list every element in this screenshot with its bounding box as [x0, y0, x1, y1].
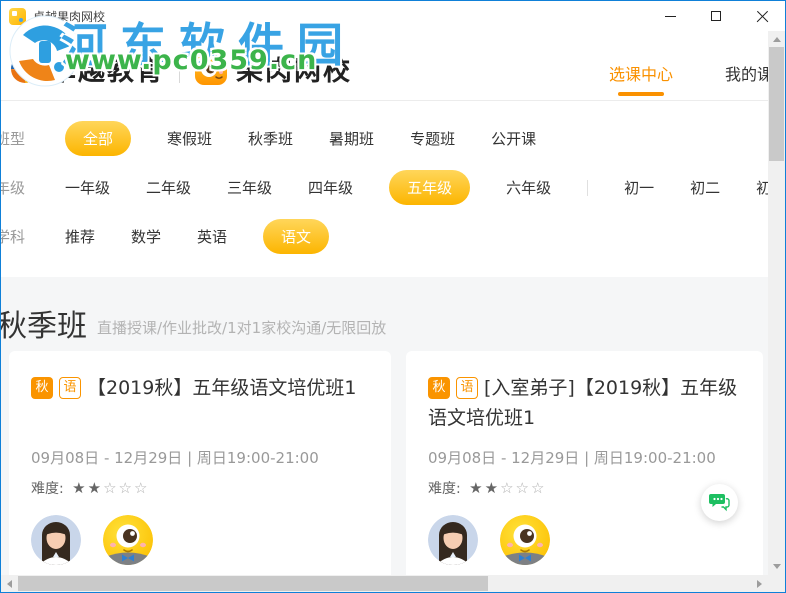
brand-text-zhuoyue: 卓越教育 — [49, 49, 165, 88]
window-controls — [647, 1, 785, 31]
course-badge: 秋 — [428, 377, 450, 399]
mascot-avatar[interactable] — [500, 515, 550, 565]
filter-label: 班型 — [1, 128, 25, 149]
course-title: 秋语【2019秋】五年级语文培优班1 — [31, 373, 373, 403]
filter-option[interactable]: 四年级 — [308, 170, 353, 205]
filter-option[interactable]: 推荐 — [65, 219, 95, 254]
title-bar[interactable]: 卓越果肉网校 — [1, 1, 785, 31]
scroll-right-icon[interactable] — [757, 580, 762, 588]
course-difficulty: 难度: ★★☆☆☆ — [31, 478, 149, 498]
filter-option[interactable]: 寒假班 — [167, 121, 212, 156]
options-divider — [587, 180, 588, 196]
scroll-left-icon[interactable] — [7, 580, 12, 588]
filter-option[interactable]: 专题班 — [410, 121, 455, 156]
app-icon — [9, 8, 26, 25]
course-card[interactable]: 秋语【2019秋】五年级语文培优班1 09月08日 - 12月29日 | 周日19… — [9, 351, 391, 575]
filter-option[interactable]: 秋季班 — [248, 121, 293, 156]
horizontal-scroll-thumb[interactable] — [18, 576, 488, 591]
minimize-icon — [665, 16, 676, 17]
course-cards: 秋语【2019秋】五年级语文培优班109月08日 - 12月29日 | 周日19… — [1, 351, 768, 575]
filter-option[interactable]: 二年级 — [146, 170, 191, 205]
course-teachers — [428, 515, 550, 565]
horizontal-scrollbar[interactable] — [1, 575, 768, 592]
filter-option[interactable]: 五年级 — [389, 170, 470, 205]
main-content: 卓越教育 果肉网校 选课 — [1, 31, 768, 575]
section-header: 秋季班 直播授课/作业批改/1对1家校沟通/无限回放 — [1, 301, 768, 345]
guorou-mascot-icon — [194, 52, 228, 86]
brand-row: 卓越教育 果肉网校 — [9, 49, 352, 88]
difficulty-stars: ★★☆☆☆ — [469, 479, 546, 497]
filter-options: 推荐 数学 英语 语文 — [65, 219, 329, 254]
course-teachers — [31, 515, 153, 565]
filter-option[interactable]: 语文 — [263, 219, 329, 254]
filter-option[interactable]: 三年级 — [227, 170, 272, 205]
teacher-avatar[interactable] — [428, 515, 478, 565]
filter-row: 年级 一年级 二年级 三年级 四年级 五年级 六年级 初一 初二 初三 — [1, 163, 768, 212]
brand-text-guorou: 果肉网校 — [236, 49, 352, 88]
filter-option[interactable]: 英语 — [197, 219, 227, 254]
close-button[interactable] — [739, 1, 785, 31]
maximize-button[interactable] — [693, 1, 739, 31]
filter-options: 全部 寒假班 秋季班 暑期班 专题班 公开课 — [65, 121, 536, 156]
section-title: 秋季班 — [1, 301, 87, 345]
course-title-text: 【2019秋】五年级语文培优班1 — [87, 377, 356, 399]
filter-option[interactable]: 初三 — [756, 170, 768, 205]
filter-option[interactable]: 六年级 — [506, 170, 551, 205]
filter-label: 学科 — [1, 226, 25, 247]
app-window: 卓越果肉网校 卓越教育 — [0, 0, 786, 593]
maximize-icon — [711, 11, 721, 21]
course-difficulty: 难度: ★★☆☆☆ — [428, 478, 546, 498]
chat-icon — [709, 493, 730, 512]
course-badge: 秋 — [31, 377, 53, 399]
teacher-avatar[interactable] — [31, 515, 81, 565]
filter-option[interactable]: 公开课 — [491, 121, 536, 156]
scroll-up-icon[interactable] — [773, 37, 781, 42]
window-title: 卓越果肉网校 — [33, 8, 105, 25]
course-schedule: 09月08日 - 12月29日 | 周日19:00-21:00 — [31, 447, 319, 468]
nav-item-course-center[interactable]: 选课中心 — [609, 61, 673, 85]
filter-row: 学科 推荐 数学 英语 语文 — [1, 212, 768, 261]
course-badge: 语 — [456, 377, 478, 399]
difficulty-label: 难度: — [428, 481, 465, 497]
filter-option[interactable]: 全部 — [65, 121, 131, 156]
nav-item-my-courses[interactable]: 我的课程 — [725, 61, 768, 85]
zhuoyue-pinwheel-icon — [9, 53, 41, 85]
filter-option[interactable]: 暑期班 — [329, 121, 374, 156]
brand-divider — [179, 55, 180, 83]
vertical-scrollbar[interactable] — [768, 31, 785, 575]
difficulty-label: 难度: — [31, 481, 68, 497]
section-subtitle: 直播授课/作业批改/1对1家校沟通/无限回放 — [97, 317, 386, 338]
scroll-down-icon[interactable] — [773, 564, 781, 569]
filter-options: 一年级 二年级 三年级 四年级 五年级 六年级 初一 初二 初三 — [65, 170, 768, 205]
filter-option[interactable]: 初一 — [624, 170, 654, 205]
filters: 班型 全部 寒假班 秋季班 暑期班 专题班 公开课年级 一年级 二年级 三年级 四年级 五年级 六年级 初… — [1, 101, 768, 261]
filter-row: 班型 全部 寒假班 秋季班 暑期班 专题班 公开课 — [1, 114, 768, 163]
difficulty-stars: ★★☆☆☆ — [72, 479, 149, 497]
filter-option[interactable]: 初二 — [690, 170, 720, 205]
section-autumn: 秋季班 直播授课/作业批改/1对1家校沟通/无限回放 秋语【2019秋】五年级语… — [1, 277, 768, 575]
course-schedule: 09月08日 - 12月29日 | 周日19:00-21:00 — [428, 447, 716, 468]
course-title: 秋语[入室弟子]【2019秋】五年级语文培优班1 — [428, 373, 745, 433]
scrollbar-corner — [768, 575, 785, 592]
filter-option[interactable]: 一年级 — [65, 170, 110, 205]
header-nav: 选课中心 我的课程 — [609, 61, 768, 85]
course-card[interactable]: 秋语[入室弟子]【2019秋】五年级语文培优班1 09月08日 - 12月29日 … — [406, 351, 763, 575]
site-header: 卓越教育 果肉网校 选课 — [1, 31, 768, 101]
vertical-scroll-thumb[interactable] — [769, 47, 784, 161]
close-icon — [756, 10, 769, 23]
chat-float-button[interactable] — [701, 484, 738, 521]
filter-label: 年级 — [1, 177, 25, 198]
minimize-button[interactable] — [647, 1, 693, 31]
mascot-avatar[interactable] — [103, 515, 153, 565]
filter-option[interactable]: 数学 — [131, 219, 161, 254]
course-badge: 语 — [59, 377, 81, 399]
